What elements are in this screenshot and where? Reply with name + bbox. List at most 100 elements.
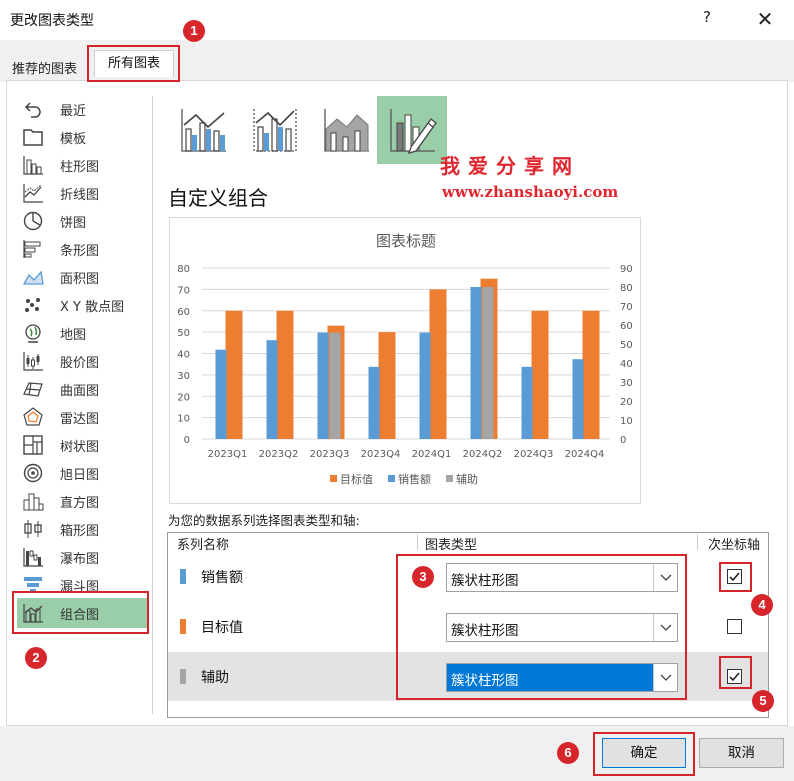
box-whisker-chart-icon — [20, 519, 46, 539]
y-tick-label-secondary: 0 — [620, 435, 626, 446]
sidebar-item-histogram[interactable]: 直方图 — [20, 489, 150, 513]
header-series-name: 系列名称 — [177, 538, 230, 553]
x-tick-label: 2024Q4 — [565, 449, 605, 460]
sunburst-chart-icon — [20, 463, 46, 483]
x-tick-label: 2023Q2 — [259, 449, 299, 460]
custom-combo-icon — [390, 109, 437, 154]
legend-label: 目标值 — [340, 472, 373, 486]
legend-label: 销售额 — [398, 472, 431, 486]
scatter-chart-icon — [20, 295, 46, 315]
sidebar-item-label: 最近 — [60, 103, 87, 119]
sidebar-item-surface[interactable]: 曲面图 — [20, 377, 150, 401]
line-chart-icon — [20, 183, 46, 203]
sidebar-item-templates[interactable]: 模板 — [20, 125, 150, 149]
sidebar-item-label: 直方图 — [60, 495, 100, 511]
bar-target — [378, 332, 396, 439]
close-button[interactable]: ✕ — [752, 6, 778, 32]
sidebar-divider — [152, 96, 153, 714]
series-name: 辅助 — [201, 670, 229, 686]
sidebar-item-treemap[interactable]: 树状图 — [20, 433, 150, 457]
y-tick-label-secondary: 10 — [620, 416, 633, 427]
bar-target — [531, 310, 549, 439]
step-badge-3: 3 — [412, 566, 434, 588]
sidebar-item-box-whisker[interactable]: 箱形图 — [20, 517, 150, 541]
step-badge-4: 4 — [751, 594, 773, 616]
cancel-button[interactable]: 取消 — [699, 738, 784, 768]
bar-sales — [368, 366, 380, 439]
step-badge-2: 2 — [25, 647, 47, 669]
y-tick-label-secondary: 40 — [620, 359, 633, 370]
bar-sales — [215, 349, 227, 439]
help-button[interactable]: ? — [697, 8, 717, 30]
sidebar-item-label: X Y 散点图 — [60, 299, 125, 315]
watermark-title: 我爱分享网 — [440, 154, 580, 178]
tab-recommended[interactable]: 推荐的图表 — [12, 58, 77, 77]
sidebar-item-label: 股价图 — [60, 355, 100, 371]
sidebar-item-line[interactable]: 折线图 — [20, 181, 150, 205]
x-tick-label: 2024Q3 — [514, 449, 554, 460]
sidebar-item-label: 模板 — [60, 131, 87, 147]
bar-sales — [572, 359, 584, 439]
bar-sales — [317, 332, 329, 439]
sidebar-item-label: 箱形图 — [60, 523, 100, 539]
series-color-swatch — [180, 619, 186, 634]
sidebar-item-radar[interactable]: 雷达图 — [20, 405, 150, 429]
x-tick-label: 2024Q1 — [412, 449, 452, 460]
series-name: 销售额 — [201, 570, 243, 586]
y-tick-label-secondary: 20 — [620, 397, 633, 408]
bar-target — [225, 310, 243, 439]
undo-icon — [20, 99, 46, 119]
combo-column-line-icon — [181, 109, 226, 152]
watermark-url: www.zhanshaoyi.com — [442, 183, 619, 201]
sidebar-item-label: 旭日图 — [60, 467, 100, 483]
bar-target — [276, 310, 294, 439]
sidebar-item-label: 柱形图 — [60, 159, 100, 175]
sidebar-item-label: 雷达图 — [60, 411, 100, 427]
bar-sales — [419, 332, 431, 439]
x-tick-label: 2024Q2 — [463, 449, 503, 460]
sidebar-item-map[interactable]: 地图 — [20, 321, 150, 345]
sidebar-item-label: 条形图 — [60, 243, 100, 259]
y-tick-label-primary: 0 — [184, 435, 190, 446]
sidebar-item-scatter[interactable]: X Y 散点图 — [20, 293, 150, 317]
y-tick-label-secondary: 70 — [620, 302, 633, 313]
sidebar-item-pie[interactable]: 饼图 — [20, 209, 150, 233]
subtype-clustered-column-line-secondary[interactable] — [240, 96, 310, 164]
sidebar-item-label: 面积图 — [60, 271, 100, 287]
sidebar-item-label: 树状图 — [60, 439, 100, 455]
secondary-axis-checkbox[interactable] — [727, 619, 742, 634]
sidebar-item-stock[interactable]: 股价图 — [20, 349, 150, 373]
legend-swatch — [446, 475, 453, 482]
combo-chart: 图表标题 0 10 20 30 40 50 60 70 80 0 10 20 30 40 50 60 70 80 90… — [177, 232, 633, 486]
y-tick-label-primary: 40 — [177, 350, 190, 361]
subtype-custom-combination[interactable] — [377, 96, 447, 164]
sidebar-item-waterfall[interactable]: 瀑布图 — [20, 545, 150, 569]
step-badge-1: 1 — [183, 20, 205, 42]
folder-icon — [20, 127, 46, 147]
series-instruction: 为您的数据系列选择图表类型和轴: — [168, 513, 360, 528]
legend-swatch — [330, 475, 337, 482]
waterfall-chart-icon — [20, 547, 46, 567]
sidebar-item-recent[interactable]: 最近 — [20, 97, 150, 121]
step-badge-6: 6 — [557, 742, 579, 764]
treemap-chart-icon — [20, 435, 46, 455]
sidebar-item-area[interactable]: 面积图 — [20, 265, 150, 289]
highlight-box-sales-secondary — [719, 562, 752, 592]
sidebar-item-bar[interactable]: 条形图 — [20, 237, 150, 261]
bar-target — [582, 310, 600, 439]
bar-sales — [266, 340, 278, 439]
sidebar-item-label: 曲面图 — [60, 383, 100, 399]
y-tick-label-primary: 30 — [177, 371, 190, 382]
y-tick-label-secondary: 50 — [620, 340, 633, 351]
highlight-box-ok — [593, 732, 695, 776]
pie-chart-icon — [20, 211, 46, 231]
sidebar-item-column[interactable]: 柱形图 — [20, 153, 150, 177]
stock-chart-icon — [20, 351, 46, 371]
bar-target — [429, 289, 447, 439]
x-tick-label: 2023Q1 — [208, 449, 248, 460]
sidebar-item-sunburst[interactable]: 旭日图 — [20, 461, 150, 485]
subtype-clustered-column-line[interactable] — [168, 96, 238, 164]
subtype-stacked-area-clustered-column[interactable] — [311, 96, 381, 164]
section-title: 自定义组合 — [168, 186, 268, 210]
combo-area-column-icon — [324, 109, 369, 152]
